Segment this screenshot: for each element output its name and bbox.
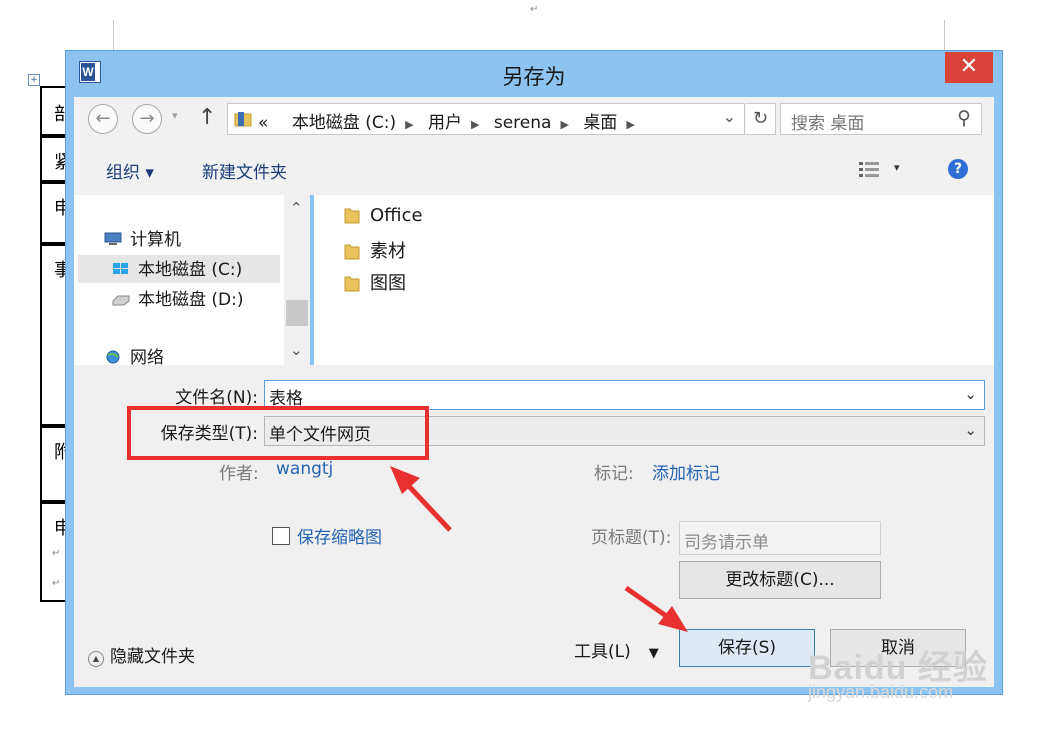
navigation-pane: 计算机 本地磁盘 (C:) 本地磁盘 (D:) 网络 bbox=[74, 195, 284, 365]
new-folder-button[interactable]: 新建文件夹 bbox=[202, 158, 287, 183]
nav-item-label: 本地磁盘 (C:) bbox=[138, 260, 243, 280]
author-value[interactable]: wangtj bbox=[276, 459, 333, 479]
file-name: 图图 bbox=[370, 273, 406, 294]
save-thumbnail-checkbox[interactable] bbox=[272, 527, 290, 545]
breadcrumb: « 本地磁盘 (C:) ▶ 用户 ▶ serena ▶ 桌面 ▶ bbox=[258, 108, 644, 133]
save-button[interactable]: 保存(S) bbox=[679, 629, 815, 667]
save-thumbnail-label[interactable]: 保存缩略图 bbox=[297, 523, 382, 548]
folder-location-icon bbox=[234, 112, 252, 127]
breadcrumb-item[interactable]: 桌面 bbox=[583, 113, 617, 133]
nav-item-computer[interactable]: 计算机 bbox=[104, 225, 181, 253]
paragraph-mark: ↵ bbox=[530, 4, 539, 15]
chevron-down-icon[interactable]: ⌄ bbox=[964, 421, 977, 439]
navigation-bar: ← → ▾ ↑ « 本地磁盘 (C:) ▶ 用户 ▶ serena ▶ 桌面 ▶ ⌄ ↻… bbox=[74, 97, 994, 145]
page-margin-line bbox=[944, 20, 945, 50]
search-box[interactable]: 搜索 桌面 ⚲ bbox=[780, 103, 982, 135]
chevron-down-icon[interactable]: ⌄ bbox=[964, 385, 977, 403]
annotation-highlight-box bbox=[127, 406, 429, 460]
refresh-button[interactable]: ↻ bbox=[746, 103, 776, 135]
baidu-watermark-url: jingyan.baidu.com bbox=[808, 682, 954, 702]
chevron-right-icon[interactable]: ▶ bbox=[471, 118, 479, 131]
recent-locations-dropdown-icon[interactable]: ▾ bbox=[172, 109, 178, 122]
search-icon: ⚲ bbox=[957, 107, 971, 129]
paragraph-mark: ↵ bbox=[52, 578, 61, 589]
dropdown-arrow-icon: ▼ bbox=[648, 646, 659, 661]
scroll-up-icon[interactable]: ⌃ bbox=[290, 199, 303, 217]
file-name: 素材 bbox=[370, 241, 406, 262]
folder-icon bbox=[344, 208, 360, 224]
organize-button[interactable]: 组织 ▾ bbox=[106, 158, 154, 183]
chevron-down-icon[interactable]: ⌄ bbox=[723, 107, 736, 126]
nav-item-drive-d[interactable]: 本地磁盘 (D:) bbox=[112, 285, 244, 313]
page-margin-line bbox=[113, 20, 114, 50]
chevron-right-icon[interactable]: ▶ bbox=[560, 118, 568, 131]
up-button[interactable]: ↑ bbox=[198, 105, 216, 130]
save-as-dialog: W 另存为 ✕ ← → ▾ ↑ « 本地磁盘 (C:) ▶ 用户 ▶ serena ▶… bbox=[65, 50, 1003, 695]
nav-item-label: 本地磁盘 (D:) bbox=[138, 290, 244, 310]
nav-item-label: 网络 bbox=[130, 348, 164, 365]
forward-button[interactable]: → bbox=[132, 104, 162, 134]
back-button[interactable]: ← bbox=[88, 104, 118, 134]
file-list: Office 素材 图图 bbox=[314, 195, 994, 365]
search-placeholder: 搜索 桌面 bbox=[791, 114, 865, 134]
nav-item-label: 计算机 bbox=[130, 230, 181, 250]
address-bar[interactable]: « 本地磁盘 (C:) ▶ 用户 ▶ serena ▶ 桌面 ▶ ⌄ bbox=[227, 103, 745, 135]
view-dropdown-icon[interactable]: ▾ bbox=[894, 161, 900, 174]
filename-label: 文件名(N): bbox=[175, 388, 258, 408]
help-icon[interactable]: ? bbox=[948, 159, 968, 179]
list-item[interactable]: 图图 bbox=[344, 269, 406, 295]
breadcrumb-item[interactable]: 本地磁盘 (C:) bbox=[292, 113, 396, 133]
list-item[interactable]: Office bbox=[344, 205, 423, 231]
nav-item-drive-c[interactable]: 本地磁盘 (C:) bbox=[78, 255, 280, 283]
tags-label: 标记: bbox=[594, 464, 634, 484]
title-bar[interactable]: W 另存为 ✕ bbox=[66, 51, 1002, 97]
folder-icon bbox=[344, 244, 360, 260]
chevron-right-icon[interactable]: ▶ bbox=[405, 118, 413, 131]
page-title-value: 司务请示单 bbox=[684, 533, 769, 553]
folder-icon bbox=[344, 276, 360, 292]
tags-value[interactable]: 添加标记 bbox=[652, 459, 720, 484]
close-button[interactable]: ✕ bbox=[945, 52, 993, 83]
list-item[interactable]: 素材 bbox=[344, 237, 406, 263]
navigation-pane-scrollbar[interactable]: ⌃ ⌄ bbox=[284, 195, 310, 365]
computer-icon bbox=[104, 232, 122, 245]
change-title-button[interactable]: 更改标题(C)... bbox=[679, 561, 881, 599]
breadcrumb-item[interactable]: 用户 bbox=[428, 113, 462, 133]
paragraph-mark: ↵ bbox=[52, 548, 61, 559]
breadcrumb-overflow[interactable]: « bbox=[258, 113, 268, 133]
page-title-field: 司务请示单 bbox=[679, 521, 881, 555]
file-name: Office bbox=[370, 205, 423, 226]
drive-icon bbox=[112, 295, 130, 306]
chevron-up-icon: ▲ bbox=[88, 651, 104, 667]
breadcrumb-item[interactable]: serena bbox=[494, 113, 552, 133]
table-move-handle-icon[interactable]: + bbox=[28, 74, 40, 86]
hide-folders-toggle[interactable]: ▲ 隐藏文件夹 bbox=[88, 642, 195, 667]
scroll-down-icon[interactable]: ⌄ bbox=[290, 341, 303, 359]
page-title-label: 页标题(T): bbox=[591, 528, 672, 548]
scrollbar-thumb[interactable] bbox=[286, 300, 308, 326]
author-label: 作者: bbox=[219, 464, 259, 484]
dialog-title: 另存为 bbox=[502, 65, 566, 89]
windows-drive-icon bbox=[113, 263, 128, 274]
tools-label: 工具(L) bbox=[574, 642, 631, 662]
tools-menu-button[interactable]: 工具(L) ▼ bbox=[574, 637, 659, 662]
hide-folders-label: 隐藏文件夹 bbox=[110, 647, 195, 667]
nav-item-network[interactable]: 网络 bbox=[104, 343, 164, 365]
command-toolbar: 组织 ▾ 新建文件夹 ▾ ? bbox=[74, 145, 994, 195]
view-options-icon[interactable] bbox=[858, 161, 880, 179]
chevron-right-icon[interactable]: ▶ bbox=[626, 118, 634, 131]
network-globe-icon bbox=[106, 350, 120, 364]
